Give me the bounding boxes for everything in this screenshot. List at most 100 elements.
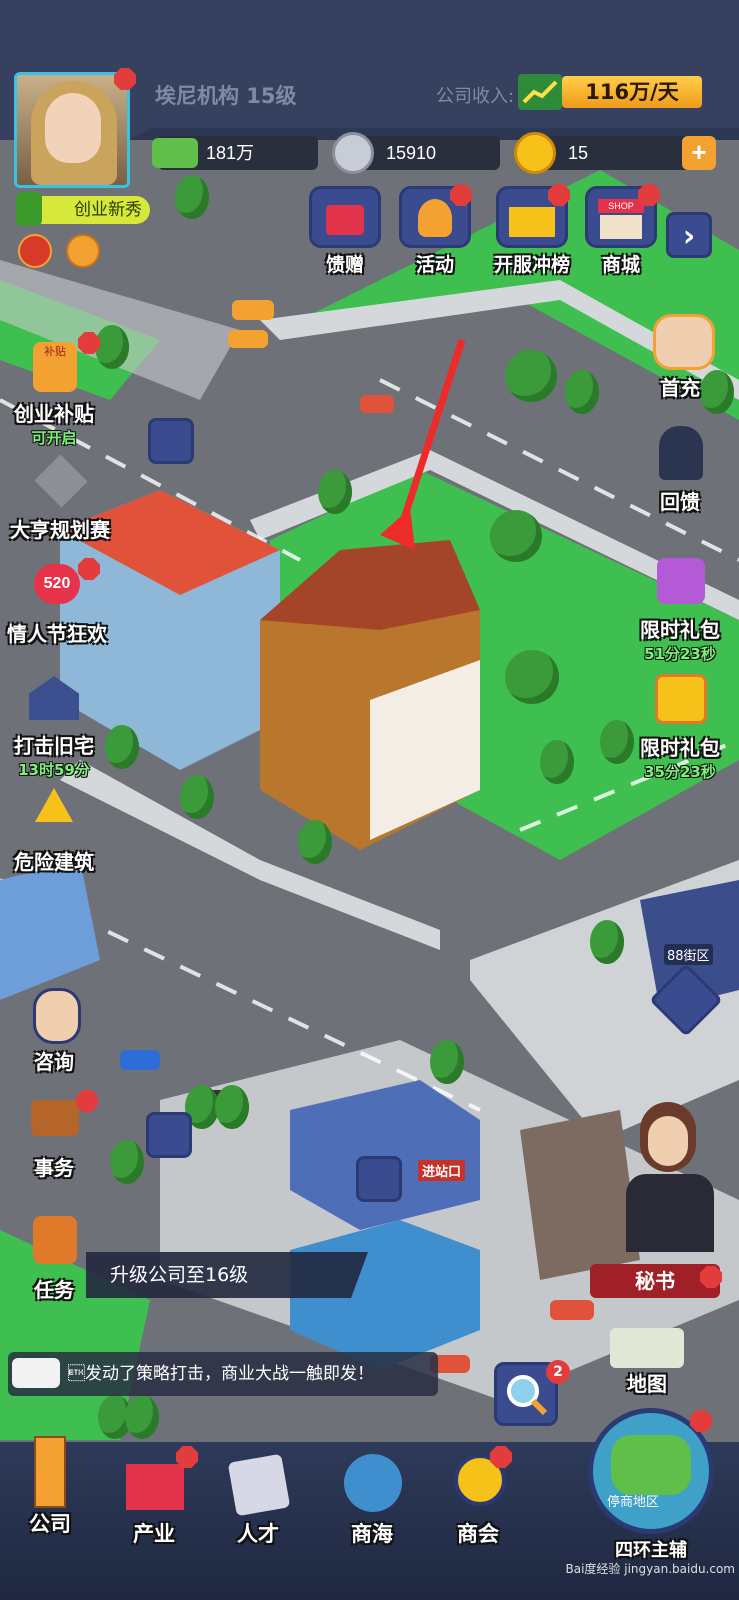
limited-pack-label-1: 限时礼包 (640, 618, 720, 642)
shop-label: 商城 (601, 254, 640, 276)
green-shop-marker-icon[interactable] (356, 1156, 402, 1202)
cash-icon (152, 138, 198, 168)
tree (505, 650, 559, 704)
secretary-portrait[interactable] (620, 1102, 720, 1252)
first-recharge-label: 首充 (660, 376, 700, 400)
ranking-button[interactable]: 开服冲榜 (482, 184, 582, 277)
nav-talent-label: 人才 (237, 1522, 279, 1546)
secretary-badge (700, 1266, 722, 1288)
gift-label: 馈赠 (325, 254, 364, 276)
title-badge-label: 创业新秀 (74, 200, 142, 220)
affairs-badge (76, 1090, 98, 1112)
add-gold-button[interactable]: + (682, 136, 716, 170)
red-coin-icon[interactable] (18, 234, 52, 268)
shop-sign: SHOP (598, 199, 644, 213)
advisor-portrait-icon (19, 980, 89, 1046)
consult-label: 咨询 (34, 1050, 74, 1074)
tree (565, 370, 599, 414)
limited-pack-timer-1: 51分23秒 (644, 645, 716, 663)
gift-icon (309, 186, 381, 248)
tree (180, 775, 214, 819)
nav-sea[interactable]: 商海 (322, 1446, 422, 1548)
nav-chamber-badge (490, 1446, 512, 1468)
demolish-label: 打击旧宅 (14, 734, 94, 758)
map-label: 地图 (627, 1372, 667, 1396)
income-chart-icon-svg (522, 80, 558, 104)
tree (215, 1085, 249, 1129)
subsidy-status: 可开启 (31, 429, 77, 447)
dangerous-building-button[interactable]: 危险建筑 (0, 780, 108, 875)
tycoon-contest-label: 大亨规划赛 (10, 518, 110, 542)
expand-menu-button[interactable]: › (666, 212, 712, 258)
first-recharge-icon (645, 306, 715, 372)
ranking-label: 开服冲榜 (493, 254, 570, 276)
rank-emblem-icon (16, 192, 42, 226)
consult-button[interactable]: 咨询 (0, 980, 108, 1075)
nav-chamber[interactable]: 商会 (428, 1446, 528, 1548)
task-banner-text: 升级公司至16级 (110, 1264, 249, 1286)
gold-coin-icon (514, 132, 556, 174)
chat-bar[interactable]: 发动了策略打击，商业大战一触即发！ (8, 1352, 438, 1396)
station-sign: 进站口 (418, 1160, 466, 1181)
graduation-cards-icon (224, 1446, 292, 1518)
subsidy-tag: 补贴 (33, 342, 77, 392)
watermark: Bai度经验 jingyan.baidu.com (565, 1562, 735, 1576)
avatar-face (45, 93, 101, 163)
affairs-button[interactable]: 事务 (0, 1086, 108, 1181)
nav-sea-label: 商海 (351, 1522, 393, 1546)
gift-box-gold-icon (645, 666, 715, 732)
nav-industry[interactable]: 产业 (104, 1446, 204, 1548)
chat-bubble-icon (12, 1358, 60, 1388)
player-avatar[interactable] (14, 72, 130, 188)
task-banner[interactable]: 升级公司至16级 (86, 1252, 368, 1298)
rewards-button[interactable]: 回馈 (626, 420, 734, 515)
cube-stack-icon (25, 448, 95, 514)
green-shop-marker-icon[interactable] (148, 418, 194, 464)
gold-counter: 15 + (514, 132, 716, 174)
map-button[interactable]: 地图 (602, 1328, 692, 1398)
event-button[interactable]: 活动 (392, 184, 478, 277)
green-shop-marker-icon[interactable] (146, 1112, 192, 1158)
startup-subsidy-button[interactable]: 补贴 创业补贴 可开启 (0, 332, 108, 448)
affairs-label: 事务 (34, 1156, 74, 1180)
company-tower-icon (16, 1436, 84, 1508)
demolish-timer: 13时59分 (18, 761, 90, 779)
shop-button[interactable]: SHOP 商城 (578, 184, 664, 277)
nav-talent[interactable]: 人才 (208, 1446, 308, 1548)
gift-button[interactable]: 馈赠 (302, 186, 388, 277)
limited-pack-button-1[interactable]: 限时礼包 51分23秒 (620, 548, 739, 664)
search-count-badge: 2 (546, 1360, 570, 1384)
airplane-globe-icon (338, 1446, 406, 1518)
rewards-label: 回馈 (660, 490, 700, 514)
nav-company[interactable]: 公司 (0, 1436, 100, 1538)
income-value: 116万/天 (562, 76, 702, 108)
tree (430, 1040, 464, 1084)
tycoon-contest-button[interactable]: 大亨规划赛 (0, 448, 120, 543)
income-label: 公司收入: (436, 86, 515, 107)
secretary-label: 秘书 (635, 1269, 675, 1293)
chat-message: 发动了策略打击，商业大战一触即发！ (68, 1364, 374, 1384)
income-chart-icon (518, 74, 562, 110)
tree (175, 175, 209, 219)
nav-chamber-label: 商会 (457, 1522, 499, 1546)
warning-icon (19, 780, 89, 846)
silver-counter: 15910 (332, 132, 500, 174)
first-recharge-button[interactable]: 首充 (626, 306, 734, 401)
avatar-notification-badge (114, 68, 136, 90)
old-house-icon (19, 664, 89, 730)
demolish-old-house-button[interactable]: 打击旧宅 13时59分 (0, 664, 108, 780)
tree (590, 920, 624, 964)
district-label: 88街区 (664, 944, 713, 965)
tree (490, 510, 542, 562)
map-icon (610, 1328, 684, 1368)
nav-industry-badge (176, 1446, 198, 1468)
chevron-right-icon: › (682, 219, 696, 254)
gold-coin-bonus-icon[interactable] (66, 234, 100, 268)
limited-pack-button-2[interactable]: 限时礼包 35分23秒 (620, 666, 739, 782)
tree (110, 1140, 144, 1184)
cash-value: 181万 (206, 143, 255, 163)
valentine-event-button[interactable]: 520 情人节狂欢 (0, 552, 114, 647)
location-label: 停商地区 (607, 1495, 660, 1510)
gift-520-tag: 520 (34, 564, 80, 604)
gift-box-purple-icon (645, 548, 715, 614)
